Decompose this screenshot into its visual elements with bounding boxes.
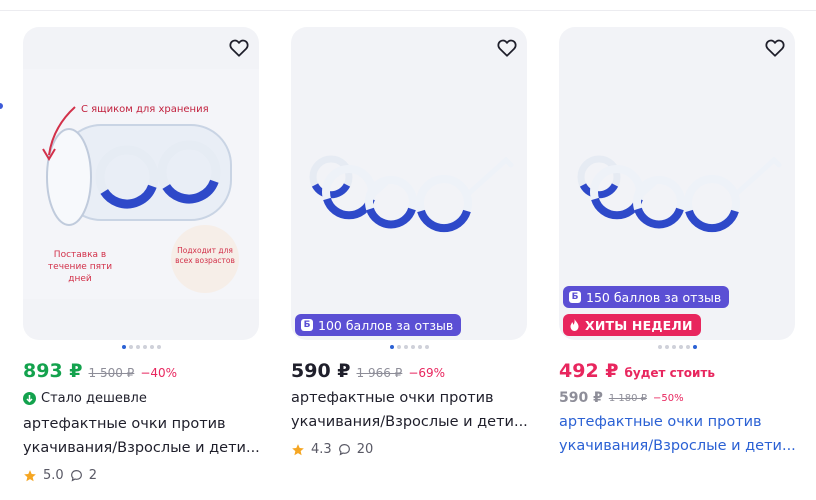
discount-badge: −50%: [653, 392, 684, 404]
pagination-dot[interactable]: [678, 345, 683, 349]
pagination-dot[interactable]: [396, 345, 401, 349]
image-caption-delivery: Поставка в течение пяти дней: [47, 250, 113, 284]
discount-badge: −69%: [408, 366, 446, 380]
speech-bubble-icon: [70, 470, 82, 482]
points-badge: Б 150 баллов за отзыв: [563, 286, 730, 308]
title-line[interactable]: артефактные очки против: [291, 386, 527, 410]
price-row: 893 ₽ 1 500 ₽ −40%: [23, 360, 259, 384]
pagination-dot[interactable]: [410, 345, 415, 349]
hits-badge: ХИТЫ НЕДЕЛИ: [563, 314, 701, 336]
b-coin-icon: Б: [301, 319, 313, 331]
pagination-dot[interactable]: [403, 345, 408, 349]
title-line[interactable]: укачивания/Взрослые и дети...: [23, 436, 260, 460]
price-row: 590 ₽ 1 966 ₽ −69%: [291, 360, 527, 384]
old-price: 1 500 ₽: [88, 366, 135, 380]
product-card[interactable]: Б 100 баллов за отзыв 590 ₽ 1 966 ₽ −69%…: [291, 27, 528, 457]
old-price: 1 966 ₽: [356, 366, 403, 380]
product-card[interactable]: Б 150 баллов за отзыв ХИТЫ НЕДЕЛИ 492 ₽ …: [559, 27, 796, 458]
glasses-photo: [309, 155, 514, 233]
product-title[interactable]: артефактные очки против укачивания/Взрос…: [291, 386, 528, 434]
heart-icon[interactable]: [496, 37, 518, 59]
heart-icon[interactable]: [764, 37, 786, 59]
pagination-dot[interactable]: [664, 345, 669, 349]
pagination-dot[interactable]: [121, 345, 126, 349]
points-badge: Б 100 баллов за отзыв: [295, 314, 462, 336]
pagination-dot[interactable]: [671, 345, 676, 349]
future-price: 492 ₽: [559, 360, 619, 382]
current-price-row: 590 ₽ 1 180 ₽ −50%: [559, 388, 795, 408]
image-pagination[interactable]: [291, 345, 527, 350]
image-pagination[interactable]: [559, 345, 795, 350]
top-divider: [0, 10, 816, 11]
pagination-dot[interactable]: [142, 345, 147, 349]
discount-badge: −40%: [140, 366, 178, 380]
pagination-dot[interactable]: [149, 345, 154, 349]
hits-badge-label: ХИТЫ НЕДЕЛИ: [585, 317, 693, 333]
fire-icon: [570, 319, 579, 331]
reviews-count: 2: [88, 468, 97, 483]
pagination-dot[interactable]: [417, 345, 422, 349]
points-badge-label: 150 баллов за отзыв: [586, 289, 722, 305]
rating-value: 5.0: [43, 468, 64, 483]
image-pagination[interactable]: [23, 345, 259, 350]
badge-stack: Б 100 баллов за отзыв: [295, 314, 462, 336]
pagination-dot[interactable]: [156, 345, 161, 349]
product-title[interactable]: артефактные очки против укачивания/Взрос…: [23, 412, 260, 460]
glasses-case-photo: [23, 69, 259, 299]
product-card[interactable]: С ящиком для хранения Поставка в течение…: [23, 27, 260, 483]
title-line[interactable]: артефактные очки против: [559, 410, 795, 434]
speech-bubble-icon: [338, 444, 350, 456]
title-line[interactable]: укачивания/Взрослые и дети...: [559, 434, 796, 458]
pagination-dot[interactable]: [135, 345, 140, 349]
pagination-dot[interactable]: [389, 345, 394, 349]
rating-row[interactable]: 4.3 20: [291, 442, 527, 457]
star-icon: [292, 443, 304, 455]
points-badge-label: 100 баллов за отзыв: [318, 317, 454, 333]
star-icon: [24, 469, 36, 481]
product-image[interactable]: Б 150 баллов за отзыв ХИТЫ НЕДЕЛИ: [559, 27, 795, 340]
old-price: 1 180 ₽: [608, 392, 648, 404]
image-caption-storage: С ящиком для хранения: [81, 104, 209, 115]
arrow-down-circle-icon: [23, 391, 36, 405]
rating-value: 4.3: [311, 442, 332, 457]
rating-row[interactable]: 5.0 2: [23, 468, 259, 483]
product-image[interactable]: С ящиком для хранения Поставка в течение…: [23, 27, 259, 340]
b-coin-icon: Б: [569, 291, 581, 303]
heart-icon[interactable]: [228, 37, 250, 59]
badge-stack: Б 150 баллов за отзыв ХИТЫ НЕДЕЛИ: [563, 286, 730, 336]
price-drop-status: Стало дешевле: [23, 388, 259, 408]
image-caption-ages: Подходит для всех возрастов: [175, 246, 235, 265]
title-line[interactable]: укачивания/Взрослые и дети...: [291, 410, 528, 434]
pagination-dot[interactable]: [657, 345, 662, 349]
pagination-dot[interactable]: [692, 345, 697, 349]
pagination-dot[interactable]: [685, 345, 690, 349]
current-price: 590 ₽: [559, 390, 603, 406]
pagination-dot[interactable]: [128, 345, 133, 349]
status-text: Стало дешевле: [41, 390, 147, 406]
product-image[interactable]: Б 100 баллов за отзыв: [291, 27, 527, 340]
pagination-dot[interactable]: [424, 345, 429, 349]
price-row: 492 ₽ будет стоить: [559, 360, 795, 384]
current-price: 893 ₽: [23, 360, 83, 382]
title-line[interactable]: артефактные очки против: [23, 412, 259, 436]
reviews-count: 20: [356, 442, 374, 457]
future-price-note: будет стоить: [624, 366, 715, 380]
current-price: 590 ₽: [291, 360, 351, 382]
product-title[interactable]: артефактные очки против укачивания/Взрос…: [559, 410, 796, 458]
previous-card-edge: [0, 103, 3, 109]
